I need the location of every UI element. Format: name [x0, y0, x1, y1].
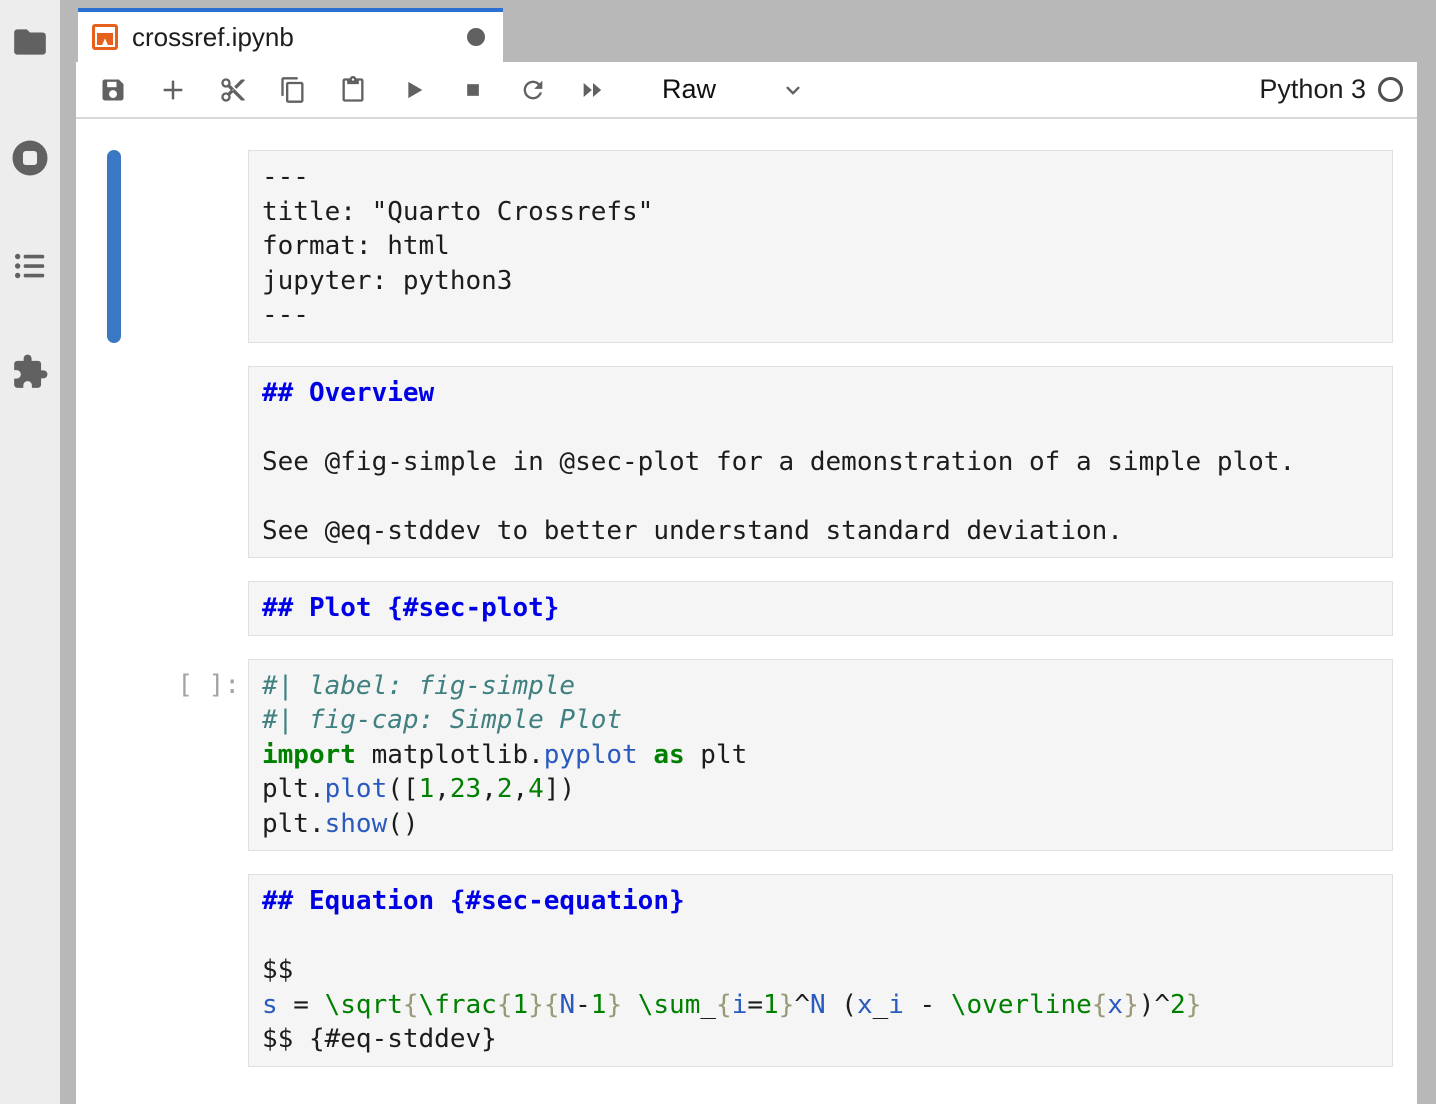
cell-markdown: ## Plot {#sec-plot}	[76, 581, 1393, 636]
cell-type-dropdown[interactable]: Raw	[662, 74, 806, 105]
cell-list: ---title: "Quarto Crossrefs"format: html…	[76, 150, 1417, 1067]
cell-editor[interactable]: ## Overview See @fig-simple in @sec-plot…	[248, 366, 1393, 559]
notebook-tab[interactable]: crossref.ipynb	[78, 8, 503, 62]
table-of-contents-icon[interactable]	[8, 244, 52, 288]
jupyterlab-window: crossref.ipynb Raw	[0, 0, 1436, 1104]
cell-raw: ---title: "Quarto Crossrefs"format: html…	[76, 150, 1393, 343]
restart-run-all-button[interactable]	[578, 75, 608, 105]
cell-markdown: ## Overview See @fig-simple in @sec-plot…	[76, 366, 1393, 559]
kernel-name: Python 3	[1259, 74, 1366, 105]
restart-kernel-button[interactable]	[518, 75, 548, 105]
active-cell-collapser[interactable]	[107, 150, 121, 343]
cut-cells-button[interactable]	[218, 75, 248, 105]
kernel-indicator[interactable]: Python 3	[1259, 74, 1409, 105]
cell-code: [ ]: #| label: fig-simple#| fig-cap: Simp…	[76, 659, 1393, 852]
extension-manager-icon[interactable]	[8, 350, 52, 394]
notebook-panel: ---title: "Quarto Crossrefs"format: html…	[76, 119, 1417, 1104]
chevron-down-icon	[780, 77, 806, 103]
unsaved-changes-dot	[467, 28, 485, 46]
running-kernels-icon[interactable]	[8, 136, 52, 180]
paste-cells-button[interactable]	[338, 75, 368, 105]
activity-sidebar	[0, 0, 60, 1104]
file-browser-icon[interactable]	[8, 20, 52, 64]
cell-editor[interactable]: ## Plot {#sec-plot}	[248, 581, 1393, 636]
interrupt-kernel-button[interactable]	[458, 75, 488, 105]
notebook-toolbar: Raw Python 3	[76, 62, 1417, 119]
run-cell-button[interactable]	[398, 75, 428, 105]
save-button[interactable]	[98, 75, 128, 105]
copy-cells-button[interactable]	[278, 75, 308, 105]
cell-type-value: Raw	[662, 74, 716, 105]
notebook-file-icon	[92, 24, 118, 50]
execution-count-prompt: [ ]:	[76, 670, 240, 700]
insert-cell-button[interactable]	[158, 75, 188, 105]
tab-title: crossref.ipynb	[132, 22, 294, 53]
cell-editor[interactable]: #| label: fig-simple#| fig-cap: Simple P…	[248, 659, 1393, 852]
cell-markdown: ## Equation {#sec-equation} $$s = \sqrt{…	[76, 874, 1393, 1067]
cell-editor[interactable]: ## Equation {#sec-equation} $$s = \sqrt{…	[248, 874, 1393, 1067]
kernel-status-circle-icon	[1378, 77, 1403, 102]
cell-editor[interactable]: ---title: "Quarto Crossrefs"format: html…	[248, 150, 1393, 343]
